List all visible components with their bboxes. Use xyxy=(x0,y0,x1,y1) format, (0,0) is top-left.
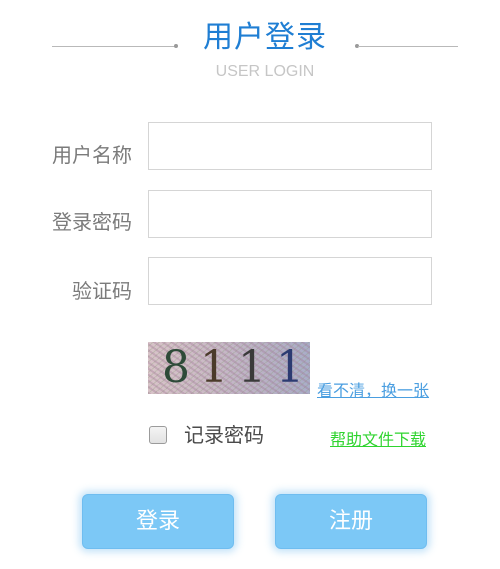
username-label: 用户名称 xyxy=(52,143,132,167)
password-input[interactable] xyxy=(148,190,432,238)
captcha-image[interactable]: 8111 xyxy=(148,342,310,394)
header-divider-right xyxy=(358,46,458,47)
captcha-label: 验证码 xyxy=(72,279,132,303)
remember-password-checkbox[interactable] xyxy=(149,426,167,444)
register-button[interactable]: 注册 xyxy=(275,494,427,549)
header-dot-left xyxy=(174,44,178,48)
page-subtitle: USER LOGIN xyxy=(215,63,315,80)
help-download-link[interactable]: 帮助文件下载 xyxy=(330,426,426,450)
captcha-char: 1 xyxy=(200,342,238,393)
captcha-characters: 8111 xyxy=(162,344,310,392)
captcha-char: 1 xyxy=(238,342,276,393)
username-input[interactable] xyxy=(148,122,432,170)
captcha-char: 1 xyxy=(276,342,310,393)
page-title: 用户登录 xyxy=(203,20,327,55)
password-label: 登录密码 xyxy=(52,210,132,234)
captcha-char: 8 xyxy=(162,342,200,393)
refresh-captcha-link[interactable]: 看不清，换一张 xyxy=(317,377,429,401)
header-divider-left xyxy=(52,46,176,47)
remember-password-label: 记录密码 xyxy=(184,423,264,447)
login-button[interactable]: 登录 xyxy=(82,494,234,549)
captcha-input[interactable] xyxy=(148,257,432,305)
